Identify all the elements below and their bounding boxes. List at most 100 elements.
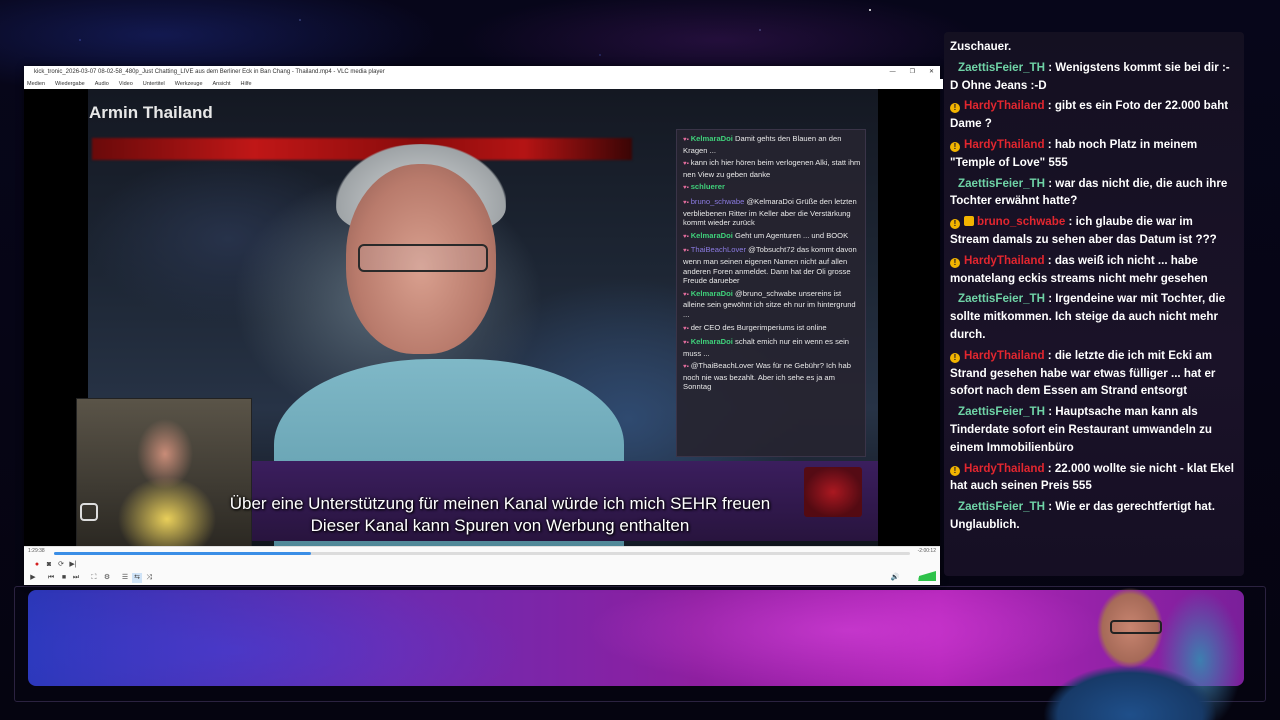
stream-chat-username: ThaiBeachLover: [690, 245, 749, 255]
stream-chat-message: ♥▪ bruno_schwabe @KelmaraDoi Grüße den le…: [683, 197, 861, 228]
loop-ab-button[interactable]: ⇆: [132, 573, 142, 583]
subtitle-line-2: Dieser Kanal kann Spuren von Werbung ent…: [310, 516, 690, 535]
next-button[interactable]: ⏭: [71, 573, 81, 583]
chat-badge-icon: ♥▪: [683, 291, 689, 298]
chat-message: ZaettisFeier_TH : Wenigstens kommt sie b…: [950, 59, 1234, 95]
chat-badge-icon: ♥▪: [683, 137, 689, 143]
menu-audio[interactable]: Audio: [95, 79, 109, 89]
chat-username[interactable]: HardyThailand: [964, 254, 1045, 267]
stream-chat-message: ♥▪ KelmaraDoi Geht um Agenturen ... und B…: [683, 231, 861, 243]
menu-view[interactable]: Ansicht: [213, 79, 231, 89]
stream-chat-username: KelmaraDoi: [690, 337, 736, 347]
chat-separator: :: [1044, 461, 1055, 475]
maximize-icon[interactable]: ❐: [910, 66, 915, 79]
channel-logo: [804, 467, 862, 517]
stream-chat-overlay: ♥▪ KelmaraDoi Damit gehts den Blauen an d…: [676, 129, 866, 457]
moderator-badge-icon: !: [950, 257, 960, 268]
vlc-window: kick_tronic_2026-03-07 08-02-58_480p_Jus…: [24, 66, 943, 585]
minimize-icon[interactable]: —: [890, 66, 896, 79]
window-title: kick_tronic_2026-03-07 08-02-58_480p_Jus…: [34, 69, 385, 75]
chat-message: Zuschauer.: [950, 38, 1234, 56]
chat-message: ZaettisFeier_TH : war das nicht die, die…: [950, 175, 1234, 211]
chat-message: ! HardyThailand : die letzte die ich mit …: [950, 347, 1234, 400]
player-controls: 1:29:38 -2:00:12 ● ◙ ⟳ ▶| ▶ ⏮ ■ ⏭ ⛶ ⚙ ☰ …: [24, 546, 940, 585]
frame-step-button[interactable]: ▶|: [68, 560, 78, 570]
chat-badge-icon: ♥▪: [683, 185, 689, 192]
chat-badge-icon: ♥▪: [683, 248, 689, 255]
menu-video[interactable]: Video: [119, 79, 133, 89]
chat-separator: :: [1044, 99, 1055, 113]
chat-panel: Zuschauer. ZaettisFeier_TH : Wenigstens k…: [944, 32, 1244, 576]
stream-chat-username: KelmaraDoi: [690, 230, 736, 240]
extended-settings-button[interactable]: ⚙: [102, 573, 112, 583]
chat-username[interactable]: ZaettisFeier_TH: [958, 500, 1045, 513]
moderator-badge-icon: !: [950, 219, 960, 230]
menu-bar: Medien Wiedergabe Audio Video Untertitel…: [24, 79, 943, 89]
chat-username[interactable]: HardyThailand: [964, 99, 1045, 112]
chat-message: ! HardyThailand : gibt es ein Foto der 22…: [950, 97, 1234, 133]
stop-button[interactable]: ■: [59, 573, 69, 583]
chat-username[interactable]: bruno_schwabe: [977, 215, 1065, 228]
chat-separator: :: [1044, 348, 1055, 362]
chat-username[interactable]: ZaettisFeier_TH: [958, 292, 1045, 305]
chat-username[interactable]: ZaettisFeier_TH: [958, 177, 1045, 190]
stream-chat-text: kann ich hier hören beim verlogenen Alki…: [683, 158, 861, 179]
host-glasses: [1110, 620, 1162, 634]
stream-chat-message: ♥▪ KelmaraDoi schalt emich nur ein wenn e…: [683, 337, 861, 358]
chat-username[interactable]: HardyThailand: [964, 349, 1045, 362]
subscriber-badge-icon: [964, 216, 974, 227]
time-elapsed: 1:29:38: [28, 548, 45, 554]
chat-message: ZaettisFeier_TH : Hauptsache man kann al…: [950, 403, 1234, 456]
play-button[interactable]: ▶: [28, 573, 38, 583]
stream-chat-message: ♥▪ @ThaiBeachLover Was für ne Gebühr? Ich…: [683, 361, 861, 392]
chat-badge-icon: ♥▪: [683, 325, 689, 332]
stream-chat-text: @ThaiBeachLover Was für ne Gebühr? Ich h…: [683, 361, 851, 392]
loop-button[interactable]: ⟳: [56, 560, 66, 570]
fullscreen-button[interactable]: ⛶: [89, 573, 99, 583]
vlc-titlebar[interactable]: kick_tronic_2026-03-07 08-02-58_480p_Jus…: [24, 66, 940, 80]
menu-subtitle[interactable]: Untertitel: [143, 79, 165, 89]
stream-chat-username: KelmaraDoi: [690, 288, 736, 298]
chat-separator: :: [1065, 215, 1076, 229]
video-area[interactable]: Armin Thailand ♥▪ KelmaraDoi Damit gehts …: [24, 89, 940, 546]
chat-message: ! HardyThailand : hab noch Platz in meine…: [950, 136, 1234, 172]
stream-chat-message: ♥▪ schluerer: [683, 182, 861, 194]
glasses: [358, 244, 488, 272]
volume-slider[interactable]: [902, 571, 936, 581]
camera-icon: [80, 503, 98, 521]
shuffle-button[interactable]: ⤨: [144, 573, 154, 583]
chat-separator: :: [1044, 60, 1056, 74]
chat-text: Zuschauer.: [950, 40, 1012, 53]
chat-username[interactable]: ZaettisFeier_TH: [958, 405, 1045, 418]
menu-tools[interactable]: Werkzeuge: [175, 79, 203, 89]
menu-media[interactable]: Medien: [27, 79, 45, 89]
chat-badge-icon: ♥▪: [683, 340, 689, 347]
playlist-button[interactable]: ☰: [120, 573, 130, 583]
chat-username[interactable]: ZaettisFeier_TH: [958, 61, 1045, 74]
streamer-name: Armin Thailand: [89, 103, 213, 122]
subtitle-line-1: Über eine Unterstützung für meinen Kanal…: [229, 494, 771, 513]
chat-username[interactable]: HardyThailand: [964, 138, 1045, 151]
time-remaining[interactable]: -2:00:12: [918, 548, 936, 554]
mute-button[interactable]: 🔊: [890, 573, 900, 583]
stream-chat-message: ♥▪ KelmaraDoi Damit gehts den Blauen an d…: [683, 134, 861, 155]
record-button[interactable]: ●: [32, 560, 42, 570]
seek-bar[interactable]: [54, 552, 910, 555]
window-controls: — ❐ ✕: [890, 66, 934, 79]
chat-message: ! HardyThailand : das weiß ich nicht ... …: [950, 252, 1234, 288]
stream-chat-username: bruno_schwabe: [690, 196, 747, 206]
stream-chat-message: ♥▪ KelmaraDoi @bruno_schwabe unsereins is…: [683, 289, 861, 320]
chat-username[interactable]: HardyThailand: [964, 462, 1045, 475]
close-icon[interactable]: ✕: [929, 66, 934, 79]
chat-separator: :: [1044, 176, 1056, 190]
chat-badge-icon: ♥▪: [683, 233, 689, 240]
snapshot-button[interactable]: ◙: [44, 560, 54, 570]
menu-playback[interactable]: Wiedergabe: [55, 79, 85, 89]
previous-button[interactable]: ⏮: [46, 573, 56, 583]
menu-help[interactable]: Hilfe: [241, 79, 252, 89]
stream-chat-message: ♥▪ kann ich hier hören beim verlogenen Al…: [683, 158, 861, 179]
stream-chat-text: Geht um Agenturen ... und BOOK: [735, 230, 849, 240]
stream-chat-text: der CEO des Burgerimperiums ist online: [690, 322, 827, 332]
moderator-badge-icon: !: [950, 465, 960, 476]
chat-separator: :: [1044, 405, 1056, 419]
